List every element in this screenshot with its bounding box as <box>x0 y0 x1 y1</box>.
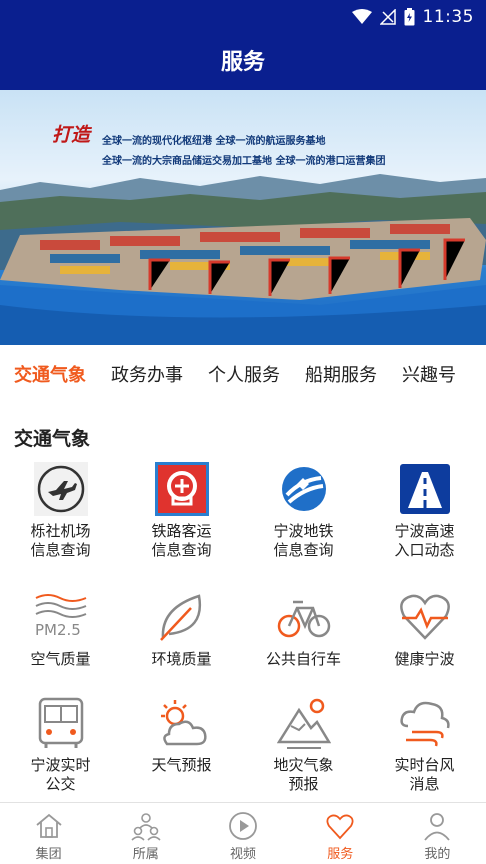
tab-interest[interactable]: 兴趣号 <box>402 361 456 387</box>
bicycle-icon <box>277 600 330 638</box>
service-weather[interactable]: 天气预报 <box>121 692 242 775</box>
nav-service[interactable]: 服务 <box>292 803 389 864</box>
home-icon <box>36 813 62 838</box>
nav-video-label: 视频 <box>230 847 257 862</box>
nav-mine[interactable]: 我的 <box>389 803 486 864</box>
svg-text:PM2.5: PM2.5 <box>35 621 81 639</box>
nav-group[interactable]: 集团 <box>0 803 97 864</box>
org-icon <box>131 813 161 841</box>
service-railway[interactable]: 铁路客运 信息查询 <box>121 458 242 560</box>
highway-icon <box>399 464 450 514</box>
railway-icon <box>154 462 209 516</box>
tab-traffic-weather[interactable]: 交通气象 <box>14 361 86 387</box>
category-tabs: 交通气象 政务办事 个人服务 船期服务 兴趣号 <box>0 345 486 403</box>
person-icon <box>424 813 451 841</box>
service-metro[interactable]: 宁波地铁 信息查询 <box>243 458 364 560</box>
service-railway-label: 铁路客运 信息查询 <box>151 522 212 559</box>
airplane-icon <box>33 462 88 516</box>
service-realtime-bus[interactable]: 宁波实时 公交 <box>0 692 121 794</box>
service-environment[interactable]: 环境质量 <box>121 586 242 669</box>
service-air-quality-label: 空气质量 <box>30 650 91 668</box>
service-metro-label: 宁波地铁 信息查询 <box>273 522 334 559</box>
banner-slogan-title: 打造 <box>52 124 91 146</box>
nav-affiliates[interactable]: 所属 <box>97 803 194 864</box>
banner-line-1: 全球一流的现代化枢纽港 全球一流的航运服务基地 <box>102 136 326 147</box>
service-health[interactable]: 健康宁波 <box>364 586 485 669</box>
service-airport-label: 栎社机场 信息查询 <box>30 522 91 559</box>
service-typhoon-label: 实时台风 消息 <box>394 756 455 793</box>
air-quality-icon: PM2.5 <box>35 594 86 639</box>
nav-mine-label: 我的 <box>424 847 451 862</box>
leaf-icon <box>159 594 201 641</box>
play-icon <box>229 812 257 840</box>
metro-icon <box>281 467 326 511</box>
wifi-icon <box>351 9 372 24</box>
nav-affiliates-label: 所属 <box>132 847 159 862</box>
bus-icon <box>38 697 83 748</box>
nav-video[interactable]: 视频 <box>194 803 291 864</box>
port-banner[interactable]: 打造 全球一流的现代化枢纽港 全球一流的航运服务基地 全球一流的大宗商品储运交易… <box>0 90 486 345</box>
service-typhoon[interactable]: 实时台风 消息 <box>364 692 485 794</box>
mountain-icon <box>276 698 331 749</box>
service-weather-label: 天气预报 <box>151 756 212 774</box>
service-geo-hazard-label: 地灾气象 预报 <box>273 756 334 793</box>
section-title: 交通气象 <box>14 428 91 450</box>
heart-icon <box>326 814 354 840</box>
service-public-bike-label: 公共自行车 <box>265 650 341 668</box>
no-signal-icon <box>379 9 396 25</box>
service-public-bike[interactable]: 公共自行车 <box>243 586 364 669</box>
weather-icon <box>160 700 207 746</box>
status-bar: 11:35 <box>351 6 475 28</box>
nav-service-label: 服务 <box>327 847 354 862</box>
clock: 11:35 <box>422 7 474 27</box>
tab-government[interactable]: 政务办事 <box>111 361 183 387</box>
service-highway-label: 宁波高速 入口动态 <box>394 522 455 559</box>
service-airport[interactable]: 栎社机场 信息查询 <box>0 458 121 560</box>
service-environment-label: 环境质量 <box>151 650 212 668</box>
typhoon-icon <box>399 701 450 747</box>
battery-icon <box>404 8 414 26</box>
heart-pulse-icon <box>399 594 450 640</box>
service-realtime-bus-label: 宁波实时 公交 <box>30 756 91 793</box>
page-title: 服务 <box>220 50 265 75</box>
bottom-navigation: 集团 所属 视频 服务 我的 <box>0 802 486 864</box>
banner-line-2: 全球一流的大宗商品储运交易加工基地 全球一流的港口运营集团 <box>102 156 386 167</box>
tab-personal-service[interactable]: 个人服务 <box>208 361 280 387</box>
service-health-label: 健康宁波 <box>394 650 455 668</box>
nav-group-label: 集团 <box>35 847 62 862</box>
service-geo-hazard[interactable]: 地灾气象 预报 <box>243 692 364 794</box>
tab-schedule-service[interactable]: 船期服务 <box>305 361 377 387</box>
service-highway[interactable]: 宁波高速 入口动态 <box>364 458 485 560</box>
service-air-quality[interactable]: PM2.5 空气质量 <box>0 586 121 669</box>
top-app-bar: 11:35 服务 <box>0 0 486 90</box>
